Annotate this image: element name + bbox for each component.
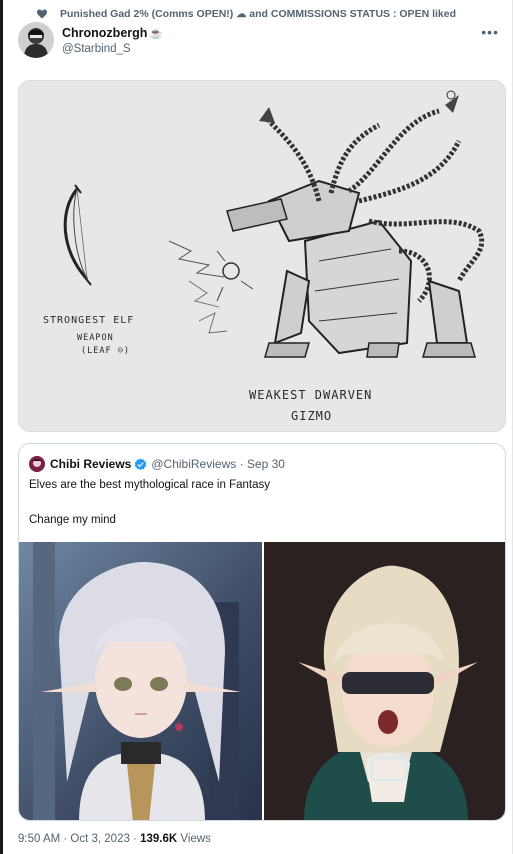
quoted-avatar-image: [29, 456, 45, 472]
quoted-image-right[interactable]: [264, 542, 505, 820]
author-name[interactable]: Chronozbergh ☕: [62, 26, 163, 40]
label-weapon: WEAPON: [77, 333, 114, 343]
quoted-image-left[interactable]: [19, 542, 262, 820]
context-rest: and COMMISSIONS STATUS : OPEN liked: [249, 8, 456, 20]
author-name-text: Chronozbergh: [62, 26, 148, 40]
social-context[interactable]: Punished Gad 2% (Comms OPEN!) ☁ and COMM…: [36, 6, 456, 22]
views-count: 139.6K: [140, 833, 178, 845]
window-edge: [0, 0, 3, 854]
label-weakest-dwarven: WEAKEST DWARVEN: [249, 388, 373, 402]
anime-elf-blindfold-image: [264, 542, 505, 820]
author-handle[interactable]: @Starbind_S: [62, 43, 131, 55]
sketch-drawing: [63, 90, 485, 358]
cloud-icon: ☁: [236, 8, 247, 20]
label-leaf: (LEAF ☺): [81, 346, 130, 356]
label-strongest-elf: STRONGEST ELF: [43, 315, 135, 326]
tweet-footer: 9:50 AM · Oct 3, 2023 · 139.6K Views: [18, 833, 211, 845]
quoted-meta[interactable]: @ChibiReviews · Sep 30: [151, 457, 285, 471]
timestamp[interactable]: 9:50 AM · Oct 3, 2023 ·: [18, 833, 140, 845]
quoted-author-name[interactable]: Chibi Reviews: [50, 457, 131, 471]
quoted-tweet[interactable]: Chibi Reviews @ChibiReviews · Sep 30 Elv…: [18, 443, 506, 821]
heart-icon: [37, 9, 47, 19]
more-options-icon[interactable]: •••: [481, 24, 499, 40]
label-gizmo: GIZMO: [291, 409, 333, 423]
context-text: Punished Gad 2% (Comms OPEN!): [60, 8, 234, 20]
quoted-text-line-2: Change my mind: [29, 514, 116, 526]
views-label: Views: [177, 833, 211, 845]
verified-badge-icon: [135, 458, 147, 470]
quoted-text-line-1: Elves are the best mythological race in …: [29, 479, 270, 491]
coffee-emoji: ☕: [149, 27, 164, 40]
quoted-tweet-header: Chibi Reviews @ChibiReviews · Sep 30: [29, 456, 285, 472]
avatar-image: [18, 22, 54, 58]
quoted-avatar[interactable]: [29, 456, 45, 472]
tweet-image-sketch[interactable]: STRONGEST ELF WEAPON (LEAF ☺) WEAKEST DW…: [18, 80, 506, 432]
anime-elf-white-hair-image: [19, 542, 262, 820]
author-avatar[interactable]: [18, 22, 54, 58]
